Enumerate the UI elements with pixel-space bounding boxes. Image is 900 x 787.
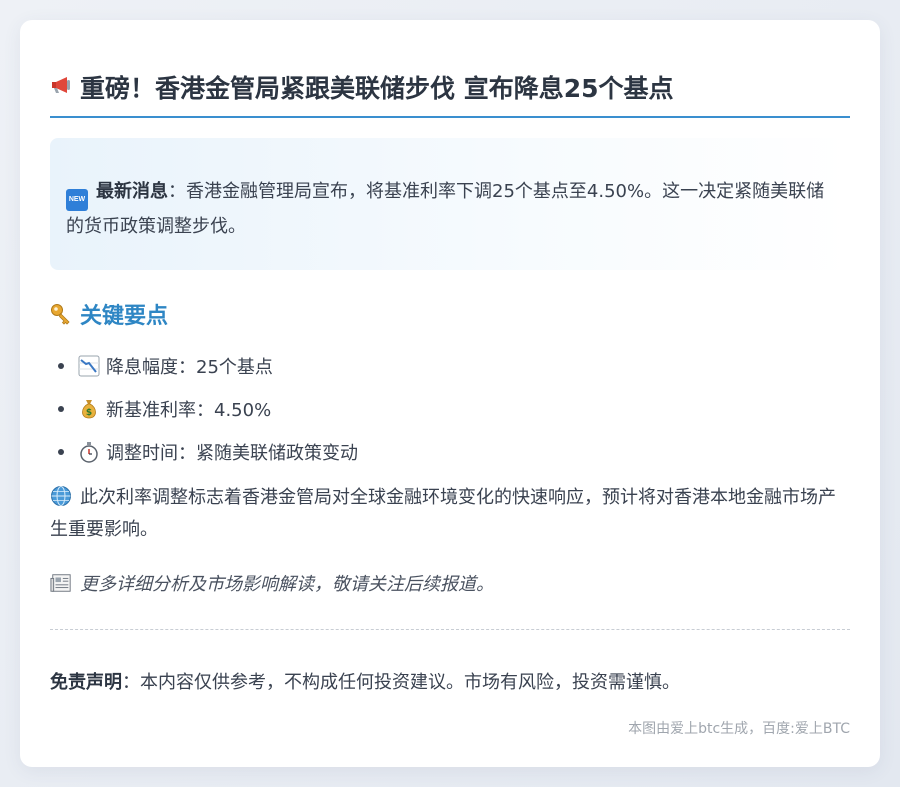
megaphone-icon [50, 74, 72, 96]
news-lead: 最新消息 [96, 181, 168, 202]
disclaimer: 免责声明：本内容仅供参考，不构成任何投资建议。市场有风险，投资需谨慎。 [50, 668, 680, 694]
list-item-text: 新基准利率：4.50% [106, 399, 272, 421]
new-badge-icon: NEW [66, 189, 88, 211]
stopwatch-icon [78, 441, 100, 463]
summary-text: 此次利率调整标志着香港金管局对全球金融环境变化的快速响应，预计将对香港本地金融市… [50, 487, 836, 540]
divider [50, 629, 850, 630]
money-bag-icon: $ [78, 398, 100, 420]
key-points-list: 降息幅度：25个基点 $ 新基准利率：4.50% 调整时间：紧随美联储政策变动 [50, 344, 358, 473]
news-callout: NEW 最新消息：香港金融管理局宣布，将基准利率下调25个基点至4.50%。这一决… [50, 138, 850, 270]
disclaimer-lead: 免责声明 [50, 672, 122, 693]
newspaper-icon [50, 572, 72, 594]
list-item-text: 调整时间：紧随美联储政策变动 [106, 442, 358, 464]
bullet [58, 405, 64, 412]
summary-paragraph: 此次利率调整标志着香港金管局对全球金融环境变化的快速响应，预计将对香港本地金融市… [50, 482, 850, 546]
svg-text:$: $ [86, 408, 92, 418]
page-title-text: 重磅！香港金管局紧跟美联储步伐 宣布降息25个基点 [80, 74, 674, 103]
list-item: 降息幅度：25个基点 [50, 344, 358, 387]
key-icon [50, 303, 72, 325]
bullet [58, 448, 64, 455]
key-points-title: 关键要点 [80, 304, 169, 329]
list-item-text: 降息幅度：25个基点 [106, 356, 273, 378]
chart-decreasing-icon [78, 355, 100, 377]
news-text: ：香港金融管理局宣布，将基准利率下调25个基点至4.50%。这一决定紧随美联储的… [66, 181, 825, 237]
more-info: 更多详细分析及市场影响解读，敬请关注后续报道。 [50, 570, 494, 596]
list-item: 调整时间：紧随美联储政策变动 [50, 430, 358, 473]
bullet [58, 362, 64, 369]
more-info-text: 更多详细分析及市场影响解读，敬请关注后续报道。 [80, 574, 494, 595]
globe-icon [50, 485, 72, 507]
list-item: $ 新基准利率：4.50% [50, 387, 358, 430]
article-card: 重磅！香港金管局紧跟美联储步伐 宣布降息25个基点 NEW 最新消息：香港金融管理… [20, 20, 880, 767]
footer-credit: 本图由爱上btc生成，百度:爱上BTC [628, 721, 850, 737]
page-title: 重磅！香港金管局紧跟美联储步伐 宣布降息25个基点 [50, 74, 850, 118]
key-points-heading: 关键要点 [50, 298, 168, 330]
disclaimer-text: ：本内容仅供参考，不构成任何投资建议。市场有风险，投资需谨慎。 [122, 672, 680, 693]
